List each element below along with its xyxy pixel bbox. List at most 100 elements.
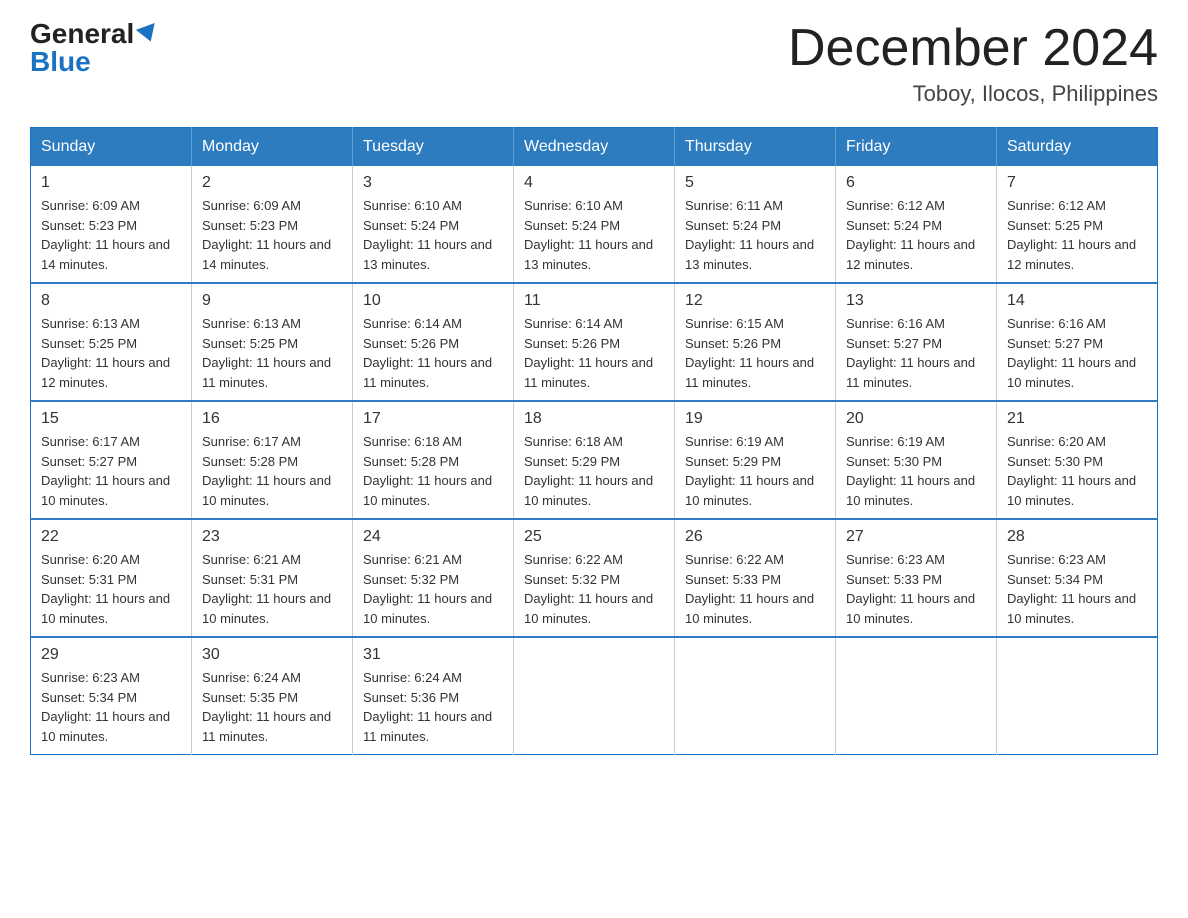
calendar-cell: 16 Sunrise: 6:17 AMSunset: 5:28 PMDayligh… <box>192 401 353 519</box>
calendar-cell: 13Sunrise: 6:16 AMSunset: 5:27 PMDayligh… <box>836 283 997 401</box>
day-info: Sunrise: 6:24 AMSunset: 5:36 PMDaylight:… <box>363 668 503 746</box>
weekday-header-tuesday: Tuesday <box>353 128 514 167</box>
calendar-week-row: 1Sunrise: 6:09 AMSunset: 5:23 PMDaylight… <box>31 166 1158 283</box>
day-info: Sunrise: 6:22 AMSunset: 5:33 PMDaylight:… <box>685 550 825 628</box>
day-info: Sunrise: 6:23 AMSunset: 5:34 PMDaylight:… <box>1007 550 1147 628</box>
calendar-table: SundayMondayTuesdayWednesdayThursdayFrid… <box>30 127 1158 755</box>
calendar-cell: 30 Sunrise: 6:24 AMSunset: 5:35 PMDayligh… <box>192 637 353 755</box>
day-number: 25 <box>524 528 664 546</box>
day-info: Sunrise: 6:21 AMSunset: 5:31 PMDaylight:… <box>202 550 342 628</box>
calendar-week-row: 8 Sunrise: 6:13 AMSunset: 5:25 PMDaylight… <box>31 283 1158 401</box>
logo-triangle-icon <box>136 23 160 45</box>
day-number: 8 <box>41 292 181 310</box>
day-info: Sunrise: 6:19 AMSunset: 5:30 PMDaylight:… <box>846 432 986 510</box>
day-info: Sunrise: 6:18 AMSunset: 5:29 PMDaylight:… <box>524 432 664 510</box>
calendar-cell: 26 Sunrise: 6:22 AMSunset: 5:33 PMDayligh… <box>675 519 836 637</box>
day-info: Sunrise: 6:14 AMSunset: 5:26 PMDaylight:… <box>524 314 664 392</box>
day-info: Sunrise: 6:13 AMSunset: 5:25 PMDaylight:… <box>41 314 181 392</box>
day-number: 14 <box>1007 292 1147 310</box>
day-number: 30 <box>202 646 342 664</box>
day-number: 7 <box>1007 174 1147 192</box>
calendar-cell: 15 Sunrise: 6:17 AMSunset: 5:27 PMDayligh… <box>31 401 192 519</box>
day-info: Sunrise: 6:21 AMSunset: 5:32 PMDaylight:… <box>363 550 503 628</box>
day-number: 31 <box>363 646 503 664</box>
calendar-cell: 21 Sunrise: 6:20 AMSunset: 5:30 PMDayligh… <box>997 401 1158 519</box>
day-info: Sunrise: 6:13 AMSunset: 5:25 PMDaylight:… <box>202 314 342 392</box>
calendar-cell: 9Sunrise: 6:13 AMSunset: 5:25 PMDaylight… <box>192 283 353 401</box>
day-info: Sunrise: 6:20 AMSunset: 5:31 PMDaylight:… <box>41 550 181 628</box>
day-info: Sunrise: 6:19 AMSunset: 5:29 PMDaylight:… <box>685 432 825 510</box>
weekday-header-thursday: Thursday <box>675 128 836 167</box>
day-number: 26 <box>685 528 825 546</box>
day-info: Sunrise: 6:11 AMSunset: 5:24 PMDaylight:… <box>685 196 825 274</box>
weekday-header-sunday: Sunday <box>31 128 192 167</box>
calendar-cell <box>675 637 836 755</box>
day-info: Sunrise: 6:17 AMSunset: 5:28 PMDaylight:… <box>202 432 342 510</box>
calendar-cell: 17 Sunrise: 6:18 AMSunset: 5:28 PMDayligh… <box>353 401 514 519</box>
title-block: December 2024 Toboy, Ilocos, Philippines <box>788 20 1158 107</box>
calendar-cell <box>514 637 675 755</box>
calendar-cell: 28 Sunrise: 6:23 AMSunset: 5:34 PMDayligh… <box>997 519 1158 637</box>
day-info: Sunrise: 6:10 AMSunset: 5:24 PMDaylight:… <box>524 196 664 274</box>
day-number: 19 <box>685 410 825 428</box>
day-number: 23 <box>202 528 342 546</box>
day-number: 4 <box>524 174 664 192</box>
day-number: 16 <box>202 410 342 428</box>
calendar-cell: 2 Sunrise: 6:09 AMSunset: 5:23 PMDaylight… <box>192 166 353 283</box>
page-header: General Blue December 2024 Toboy, Ilocos… <box>30 20 1158 107</box>
day-info: Sunrise: 6:15 AMSunset: 5:26 PMDaylight:… <box>685 314 825 392</box>
calendar-cell: 20 Sunrise: 6:19 AMSunset: 5:30 PMDayligh… <box>836 401 997 519</box>
day-number: 27 <box>846 528 986 546</box>
day-info: Sunrise: 6:12 AMSunset: 5:24 PMDaylight:… <box>846 196 986 274</box>
day-number: 15 <box>41 410 181 428</box>
calendar-cell: 14Sunrise: 6:16 AMSunset: 5:27 PMDayligh… <box>997 283 1158 401</box>
calendar-cell: 31 Sunrise: 6:24 AMSunset: 5:36 PMDayligh… <box>353 637 514 755</box>
day-info: Sunrise: 6:14 AMSunset: 5:26 PMDaylight:… <box>363 314 503 392</box>
location-title: Toboy, Ilocos, Philippines <box>788 81 1158 107</box>
day-info: Sunrise: 6:23 AMSunset: 5:33 PMDaylight:… <box>846 550 986 628</box>
logo-blue-text: Blue <box>30 48 91 76</box>
day-info: Sunrise: 6:09 AMSunset: 5:23 PMDaylight:… <box>202 196 342 274</box>
logo: General Blue <box>30 20 158 76</box>
calendar-cell: 22Sunrise: 6:20 AMSunset: 5:31 PMDayligh… <box>31 519 192 637</box>
calendar-cell: 12 Sunrise: 6:15 AMSunset: 5:26 PMDayligh… <box>675 283 836 401</box>
day-info: Sunrise: 6:20 AMSunset: 5:30 PMDaylight:… <box>1007 432 1147 510</box>
logo-general-text: General <box>30 20 134 48</box>
calendar-cell: 24 Sunrise: 6:21 AMSunset: 5:32 PMDayligh… <box>353 519 514 637</box>
day-info: Sunrise: 6:17 AMSunset: 5:27 PMDaylight:… <box>41 432 181 510</box>
calendar-cell: 7 Sunrise: 6:12 AMSunset: 5:25 PMDaylight… <box>997 166 1158 283</box>
day-number: 24 <box>363 528 503 546</box>
calendar-cell: 8 Sunrise: 6:13 AMSunset: 5:25 PMDaylight… <box>31 283 192 401</box>
calendar-cell: 25 Sunrise: 6:22 AMSunset: 5:32 PMDayligh… <box>514 519 675 637</box>
calendar-cell <box>997 637 1158 755</box>
calendar-cell: 6Sunrise: 6:12 AMSunset: 5:24 PMDaylight… <box>836 166 997 283</box>
day-info: Sunrise: 6:18 AMSunset: 5:28 PMDaylight:… <box>363 432 503 510</box>
weekday-header-wednesday: Wednesday <box>514 128 675 167</box>
day-number: 21 <box>1007 410 1147 428</box>
day-number: 20 <box>846 410 986 428</box>
day-number: 17 <box>363 410 503 428</box>
calendar-cell: 10Sunrise: 6:14 AMSunset: 5:26 PMDayligh… <box>353 283 514 401</box>
calendar-cell: 4 Sunrise: 6:10 AMSunset: 5:24 PMDaylight… <box>514 166 675 283</box>
day-number: 29 <box>41 646 181 664</box>
day-number: 12 <box>685 292 825 310</box>
day-info: Sunrise: 6:22 AMSunset: 5:32 PMDaylight:… <box>524 550 664 628</box>
calendar-cell <box>836 637 997 755</box>
day-info: Sunrise: 6:12 AMSunset: 5:25 PMDaylight:… <box>1007 196 1147 274</box>
day-number: 28 <box>1007 528 1147 546</box>
calendar-week-row: 29 Sunrise: 6:23 AMSunset: 5:34 PMDayligh… <box>31 637 1158 755</box>
day-info: Sunrise: 6:24 AMSunset: 5:35 PMDaylight:… <box>202 668 342 746</box>
day-info: Sunrise: 6:23 AMSunset: 5:34 PMDaylight:… <box>41 668 181 746</box>
day-number: 2 <box>202 174 342 192</box>
day-number: 5 <box>685 174 825 192</box>
day-number: 18 <box>524 410 664 428</box>
calendar-cell: 1Sunrise: 6:09 AMSunset: 5:23 PMDaylight… <box>31 166 192 283</box>
day-info: Sunrise: 6:09 AMSunset: 5:23 PMDaylight:… <box>41 196 181 274</box>
month-title: December 2024 <box>788 20 1158 77</box>
calendar-cell: 3 Sunrise: 6:10 AMSunset: 5:24 PMDaylight… <box>353 166 514 283</box>
day-number: 3 <box>363 174 503 192</box>
calendar-week-row: 15 Sunrise: 6:17 AMSunset: 5:27 PMDayligh… <box>31 401 1158 519</box>
weekday-header-monday: Monday <box>192 128 353 167</box>
calendar-week-row: 22Sunrise: 6:20 AMSunset: 5:31 PMDayligh… <box>31 519 1158 637</box>
day-info: Sunrise: 6:10 AMSunset: 5:24 PMDaylight:… <box>363 196 503 274</box>
